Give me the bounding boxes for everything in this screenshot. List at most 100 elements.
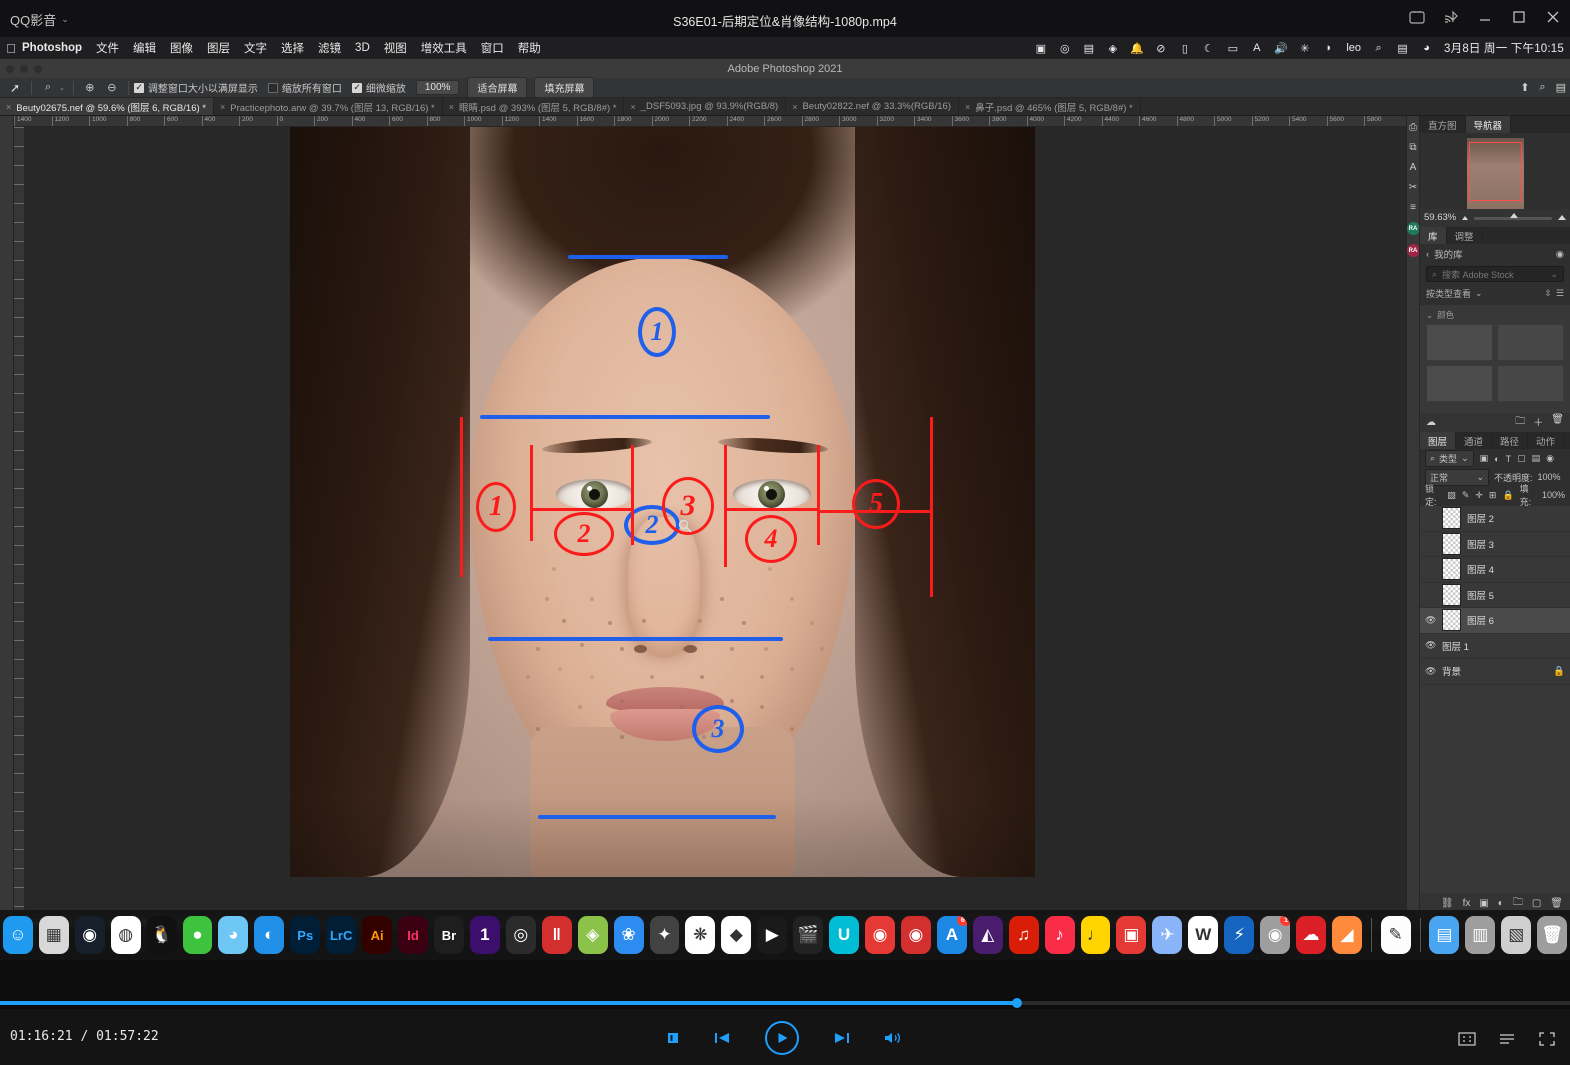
chevron-down-icon[interactable]: ⌄ — [1475, 288, 1483, 299]
dropbox-icon[interactable]: ◈ — [1106, 42, 1119, 55]
dock-item-final-cut-pro[interactable]: 🎬 — [793, 916, 823, 954]
dock-item-thunder[interactable]: ◐ — [254, 916, 284, 954]
library-asset-item[interactable] — [1497, 324, 1564, 361]
siri-icon[interactable]: ◕ — [1420, 42, 1433, 55]
menubar-item-5[interactable]: 选择 — [281, 40, 304, 56]
dock-item-video-editor[interactable]: ✦ — [650, 916, 680, 954]
dock-item-cleanmymac[interactable]: ◉ 1 — [1260, 916, 1290, 954]
menubar-item-2[interactable]: 图像 — [170, 40, 193, 56]
shape-filter-icon[interactable]: ▢ — [1517, 453, 1526, 464]
lock-position-icon[interactable]: ✛ — [1475, 490, 1483, 501]
playlist-icon[interactable] — [1498, 1031, 1516, 1052]
chevron-left-icon[interactable]: ‹ — [1426, 249, 1429, 260]
ra-green-icon[interactable]: RA — [1407, 222, 1420, 235]
dock-item-chrome[interactable]: ◍ — [111, 916, 141, 954]
layer-row[interactable]: 图层 2 — [1420, 506, 1570, 532]
library-asset-item[interactable] — [1426, 324, 1493, 361]
account-icon[interactable]: ◉ — [1556, 249, 1564, 260]
search-icon[interactable]: ⌕ — [1539, 81, 1545, 94]
tab-adjustments[interactable]: 调整 — [1447, 227, 1483, 244]
control-center-icon[interactable]: ▤ — [1396, 42, 1409, 55]
zoom-all-windows-checkbox[interactable]: 缩放所有窗口 — [268, 80, 342, 95]
screen-record-icon[interactable]: ▣ — [1034, 42, 1047, 55]
dock-item-utorrent[interactable]: U — [829, 916, 859, 954]
dock-item-launchpad[interactable]: ▦ — [39, 916, 69, 954]
trash-icon[interactable]: 🗑 — [1551, 414, 1564, 431]
layer-row[interactable]: 图层 3 — [1420, 532, 1570, 558]
screenshot-icon[interactable] — [1408, 8, 1426, 26]
cast-icon[interactable] — [1442, 8, 1460, 26]
toggle-filter-icon[interactable]: ◉ — [1546, 453, 1554, 464]
trash-icon[interactable]: 🗑 — [1550, 898, 1563, 909]
dock-item-qq-browser[interactable]: ◕ — [218, 916, 248, 954]
minimize-icon[interactable] — [1476, 8, 1494, 26]
share-icon[interactable]: ⬆ — [1520, 81, 1529, 94]
history-icon[interactable]: ⎙ — [1409, 122, 1417, 133]
lock-artboard-icon[interactable]: ⊞ — [1489, 490, 1497, 501]
dock-item-thunderbolt[interactable]: ⚡ — [1224, 916, 1254, 954]
close-icon[interactable]: × — [792, 102, 797, 112]
menubar-item-9[interactable]: 增效工具 — [421, 40, 467, 56]
dock-item-apple-music[interactable]: ♪ — [1045, 916, 1075, 954]
zoom-out-icon[interactable]: ⊖ — [101, 81, 123, 94]
dock-item-shuttle[interactable]: ✈ — [1152, 916, 1182, 954]
mask-icon[interactable]: ▣ — [1479, 898, 1488, 909]
layer-row[interactable]: 👁 背景 🔒 — [1420, 659, 1570, 685]
lock-transparent-icon[interactable]: ▨ — [1447, 490, 1456, 501]
fx-icon[interactable]: fx — [1463, 898, 1471, 909]
dock-item-quicktime[interactable]: ▶ — [757, 916, 787, 954]
menubar-item-10[interactable]: 窗口 — [481, 40, 504, 56]
dock-item-airplay-receiver[interactable]: ◉ — [901, 916, 931, 954]
menubar-item-1[interactable]: 编辑 — [133, 40, 156, 56]
dock-item-downloads[interactable]: ▤ — [1429, 916, 1459, 954]
workspace-icon[interactable]: ▤ — [1556, 81, 1566, 94]
dock-item-qq-music[interactable]: ♩ — [1081, 916, 1111, 954]
tab-layers[interactable]: 图层 — [1420, 432, 1456, 449]
tab-library[interactable]: 库 — [1420, 227, 1447, 244]
zoom-in-icon[interactable]: ⊕ — [79, 81, 101, 94]
zoom-tool-icon[interactable]: ⌕ — [37, 81, 59, 94]
close-icon[interactable] — [1544, 8, 1562, 26]
seek-bar[interactable] — [0, 1001, 1570, 1005]
fill-screen-button[interactable]: 填充屏幕 — [534, 77, 594, 98]
fullscreen-icon[interactable] — [1538, 1031, 1556, 1052]
navigator-view-box[interactable] — [1469, 142, 1522, 201]
layer-list[interactable]: 图层 2 图层 3 图层 4 图层 5 👁 图层 6 👁 图层 1 👁 背景 🔒 — [1420, 506, 1570, 893]
link-icon[interactable]: ⛓ — [1441, 898, 1454, 909]
search-icon[interactable]: ⌕ — [1372, 42, 1385, 55]
tab-actions[interactable]: 动作 — [1528, 432, 1564, 449]
previous-button[interactable] — [713, 1030, 733, 1046]
document-canvas[interactable]: 1 2 3 1 2 3 4 5 — [25, 127, 1406, 913]
slider-thumb[interactable] — [1510, 213, 1518, 218]
dock-item-illustrator[interactable]: Ai — [362, 916, 392, 954]
chevron-down-icon[interactable]: ⌄ — [59, 84, 65, 92]
dock-item-trash[interactable]: 🗑 — [1537, 916, 1567, 954]
dock-item-gallery-stack[interactable]: ▧ — [1501, 916, 1531, 954]
zoom-percent-field[interactable]: 100% — [416, 80, 460, 95]
close-icon[interactable]: × — [220, 102, 225, 112]
document-tab-1[interactable]: × Practicephoto.arw @ 39.7% (图层 13, RGB/… — [214, 98, 443, 115]
layer-row[interactable]: 👁 图层 1 — [1420, 634, 1570, 660]
layer-row[interactable]: 图层 5 — [1420, 583, 1570, 609]
library-search-box[interactable]: ⌕ 搜索 Adobe Stock ⌄ — [1426, 266, 1564, 282]
dock-item-parallels[interactable]: ‖ — [542, 916, 572, 954]
adjustment-filter-icon[interactable]: ◐ — [1494, 454, 1499, 464]
navigator-thumbnail[interactable] — [1467, 138, 1524, 211]
menubar-item-11[interactable]: 帮助 — [518, 40, 541, 56]
character-icon[interactable]: A — [1410, 162, 1417, 173]
menubar-item-3[interactable]: 图层 — [207, 40, 230, 56]
dock-item-notes[interactable]: ✎ — [1381, 916, 1411, 954]
moon-icon[interactable]: ☾ — [1202, 42, 1215, 55]
battery-icon[interactable]: ▯ — [1178, 42, 1191, 55]
menubar-datetime[interactable]: 3月8日 周一 下午10:15 — [1444, 40, 1564, 56]
smartobject-filter-icon[interactable]: ▤ — [1532, 453, 1541, 464]
apple-logo-icon[interactable]:  — [0, 42, 22, 55]
move-tool-icon[interactable]: ➚ — [4, 81, 26, 95]
menubar-active-app[interactable]: Photoshop — [22, 42, 82, 54]
dock-item-netease-music[interactable]: ♫ — [1009, 916, 1039, 954]
maximize-icon[interactable] — [1510, 8, 1528, 26]
scissors-icon[interactable]: ✂ — [1409, 182, 1417, 193]
dock-item-indesign[interactable]: Id — [398, 916, 428, 954]
document-image[interactable]: 1 2 3 1 2 3 4 5 — [290, 127, 1035, 877]
dock-item-finder[interactable]: ☺ — [3, 916, 33, 954]
